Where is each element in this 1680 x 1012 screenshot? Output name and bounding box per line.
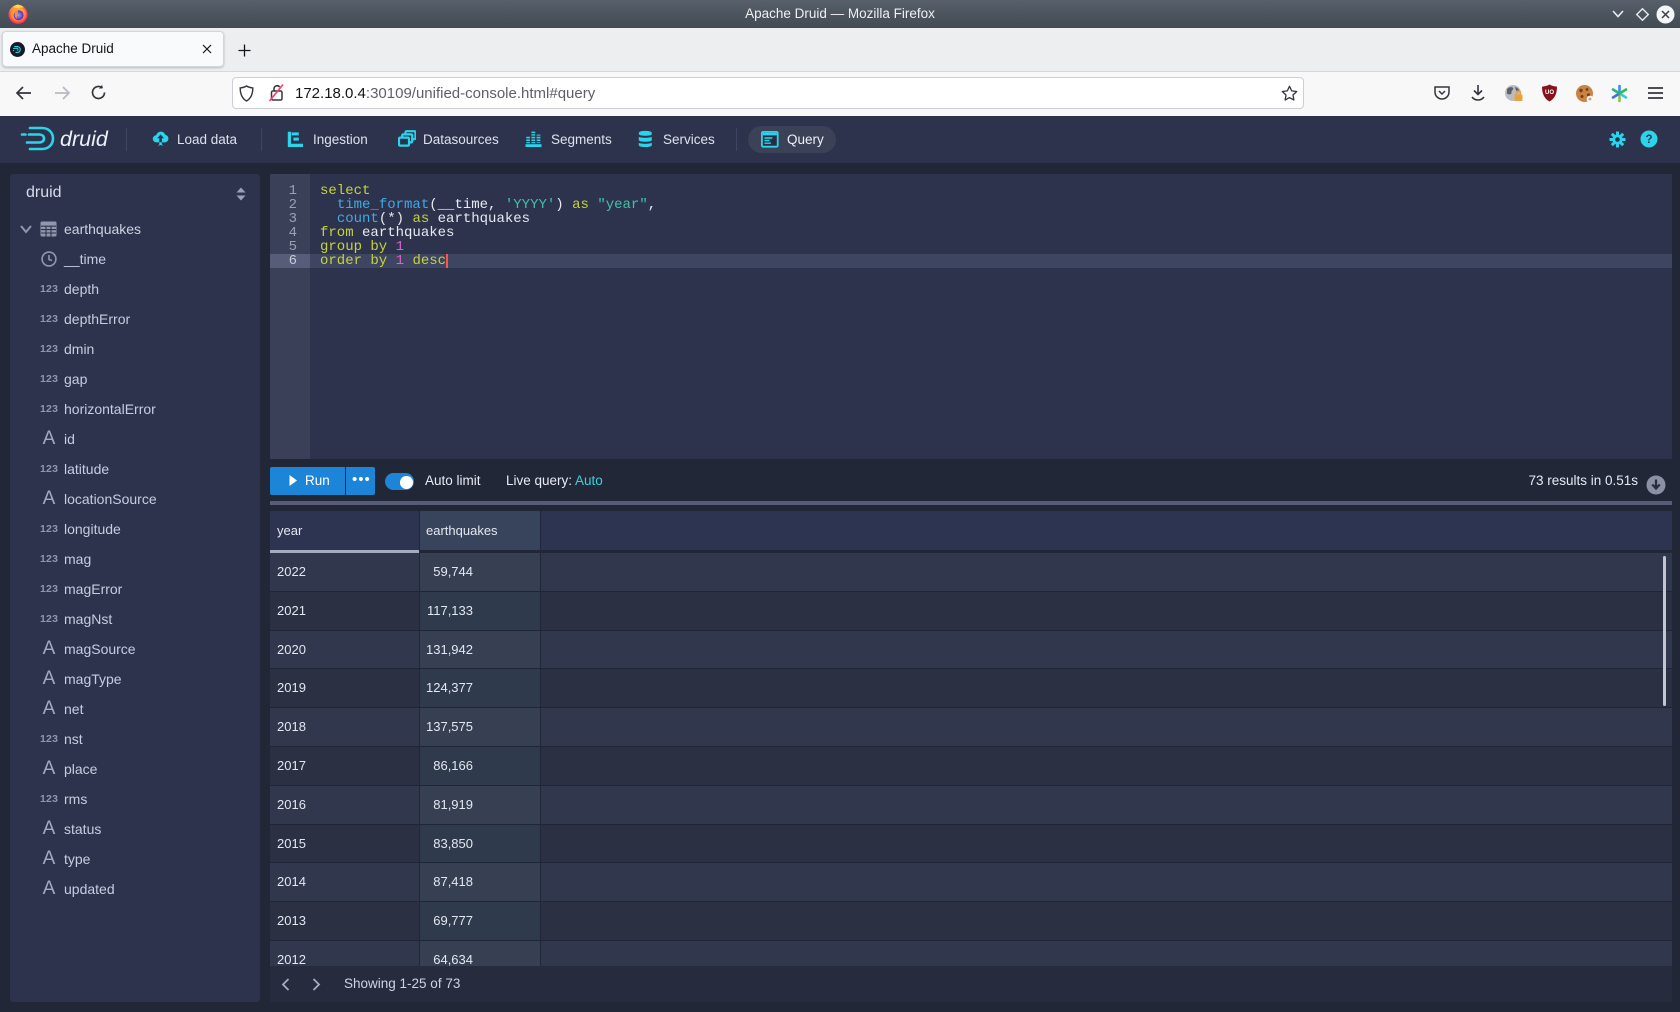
- svg-text:?: ?: [1645, 134, 1652, 146]
- svg-text:UO: UO: [1545, 90, 1554, 96]
- svg-text:druid: druid: [60, 127, 109, 151]
